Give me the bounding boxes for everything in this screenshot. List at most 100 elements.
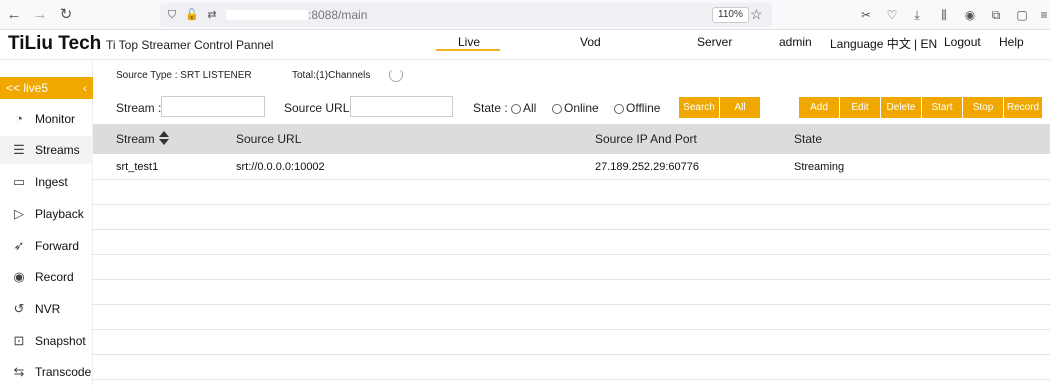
state-radio-offline-label: Offline	[626, 101, 661, 115]
state-radio-online[interactable]	[552, 104, 562, 114]
empty-row	[93, 330, 1050, 355]
empty-row	[93, 255, 1050, 280]
sidebar-item-record[interactable]: ◉ Record	[0, 263, 93, 291]
bookmark-star-icon[interactable]: ☆	[750, 6, 763, 23]
refresh-icon[interactable]	[389, 68, 403, 82]
state-radio-offline[interactable]	[614, 104, 624, 114]
sidebar-item-label: Record	[35, 270, 74, 284]
nav-help[interactable]: Help	[999, 35, 1024, 49]
nav-logout[interactable]: Logout	[944, 35, 981, 49]
source-url-filter-label: Source URL :	[284, 101, 356, 115]
nav-user[interactable]: admin	[779, 35, 812, 49]
nav-server[interactable]: Server	[697, 35, 732, 49]
table-header: Stream Source URL Source IP And Port Sta…	[93, 124, 1050, 154]
sidebar-item-streams[interactable]: ☰ Streams	[0, 136, 93, 164]
permissions-icon[interactable]: ⇄	[204, 7, 220, 23]
cell-source-url: srt://0.0.0.0:10002	[236, 161, 325, 173]
brand-logo: TiLiu Tech	[8, 33, 102, 54]
sidebar: << live5 ‹ ◔ Monitor ☰ Streams ▭ Ingest …	[0, 60, 93, 386]
record-button[interactable]: Record	[1004, 97, 1042, 118]
forward-arrow-icon[interactable]: →	[30, 5, 50, 25]
state-radio-all[interactable]	[511, 104, 521, 114]
show-all-button[interactable]: All	[720, 97, 760, 118]
start-button[interactable]: Start	[922, 97, 962, 118]
empty-row	[93, 180, 1050, 205]
empty-row	[93, 230, 1050, 255]
table-row[interactable]: srt_test1 srt://0.0.0.0:10002 27.189.252…	[93, 155, 1050, 180]
sidebar-header-label: << live5	[6, 81, 49, 95]
sidebar-item-label: Playback	[35, 207, 84, 221]
extensions-icon[interactable]: ⧉	[987, 6, 1005, 24]
history-icon: ↺	[13, 301, 25, 316]
sidebar-item-nvr[interactable]: ↺ NVR	[0, 295, 93, 323]
total-channels: Total:(1)Channels	[292, 70, 371, 81]
menu-icon[interactable]: ≡	[1035, 6, 1050, 24]
cell-source-ip: 27.189.252.29:60776	[595, 161, 699, 173]
screenshot-icon[interactable]: ✂	[857, 6, 875, 24]
sidebar-toggle-icon[interactable]: ▢	[1013, 6, 1031, 24]
video-camera-icon: ▭	[12, 174, 26, 189]
reload-icon[interactable]: ↻	[56, 5, 76, 25]
empty-row	[93, 355, 1050, 380]
empty-row	[93, 205, 1050, 230]
browser-toolbar: ← → ↻ ⛉ 🔓 ⇄ :8088/main 110% ☆ ✂ ♡ ⤓ ⫼ ◉ …	[0, 0, 1050, 30]
camera-icon: ⊡	[13, 333, 25, 348]
sidebar-item-label: Streams	[35, 143, 80, 157]
delete-button[interactable]: Delete	[881, 97, 921, 118]
state-filter-label: State :	[473, 101, 508, 115]
library-icon[interactable]: ⫼	[935, 6, 953, 24]
nav-vod[interactable]: Vod	[580, 35, 601, 49]
url-text[interactable]: :8088/main	[308, 8, 367, 22]
send-icon: ➶	[13, 238, 25, 253]
collapse-chevron-icon[interactable]: ‹	[83, 77, 87, 99]
nav-active-indicator	[436, 49, 500, 51]
cell-state: Streaming	[794, 161, 845, 173]
sidebar-item-label: Ingest	[35, 175, 68, 189]
stream-filter-input[interactable]	[161, 96, 265, 117]
sidebar-item-label: Forward	[35, 239, 80, 253]
sidebar-item-monitor[interactable]: ◔ Monitor	[0, 105, 93, 133]
source-type-label: Source Type : SRT LISTENER	[116, 70, 252, 81]
column-header-source-url: Source URL	[236, 132, 302, 146]
empty-row	[93, 305, 1050, 330]
gauge-icon: ◔	[15, 111, 23, 126]
main-content: Source Type : SRT LISTENER Total:(1)Chan…	[93, 60, 1050, 386]
state-radio-online-label: Online	[564, 101, 599, 115]
transcode-arrows-icon: ⇆	[13, 364, 25, 379]
sidebar-item-forward[interactable]: ➶ Forward	[0, 232, 93, 260]
column-header-stream[interactable]: Stream	[116, 132, 155, 146]
back-arrow-icon[interactable]: ←	[4, 5, 24, 25]
add-button[interactable]: Add	[799, 97, 839, 118]
search-button[interactable]: Search	[679, 97, 719, 118]
cell-stream: srt_test1	[116, 161, 159, 173]
brand-subtitle: Ti Top Streamer Control Pannel	[106, 38, 274, 52]
sidebar-item-transcode[interactable]: ⇆ Transcode	[0, 358, 93, 386]
sidebar-item-snapshot[interactable]: ⊡ Snapshot	[0, 327, 93, 355]
column-header-source-ip: Source IP And Port	[595, 132, 697, 146]
nav-language[interactable]: Language 中文 | EN	[830, 35, 937, 52]
sidebar-item-label: NVR	[35, 302, 61, 316]
address-bar[interactable]: ⛉ 🔓 ⇄ :8088/main 110% ☆	[160, 3, 772, 27]
stop-button[interactable]: Stop	[963, 97, 1003, 118]
edit-button[interactable]: Edit	[840, 97, 880, 118]
column-header-state: State	[794, 132, 823, 146]
zoom-level[interactable]: 110%	[712, 7, 749, 23]
sidebar-item-playback[interactable]: ▷ Playback	[0, 200, 93, 228]
download-icon[interactable]: ⤓	[908, 6, 926, 24]
sidebar-item-label: Monitor	[35, 112, 76, 126]
nav-live[interactable]: Live	[458, 35, 480, 49]
record-icon: ◉	[13, 269, 25, 284]
play-icon: ▷	[14, 206, 24, 221]
state-radio-all-label: All	[523, 101, 537, 115]
stream-filter-label: Stream :	[116, 101, 162, 115]
account-icon[interactable]: ◉	[961, 6, 979, 24]
sort-icon[interactable]	[159, 130, 169, 146]
source-url-filter-input[interactable]	[350, 96, 453, 117]
list-icon: ☰	[13, 142, 25, 157]
pocket-icon[interactable]: ♡	[883, 6, 901, 24]
shield-icon[interactable]: ⛉	[164, 7, 180, 23]
sidebar-header[interactable]: << live5 ‹	[0, 77, 93, 99]
url-redacted-host	[226, 10, 308, 20]
insecure-lock-icon[interactable]: 🔓	[184, 7, 200, 23]
sidebar-item-ingest[interactable]: ▭ Ingest	[0, 168, 93, 196]
